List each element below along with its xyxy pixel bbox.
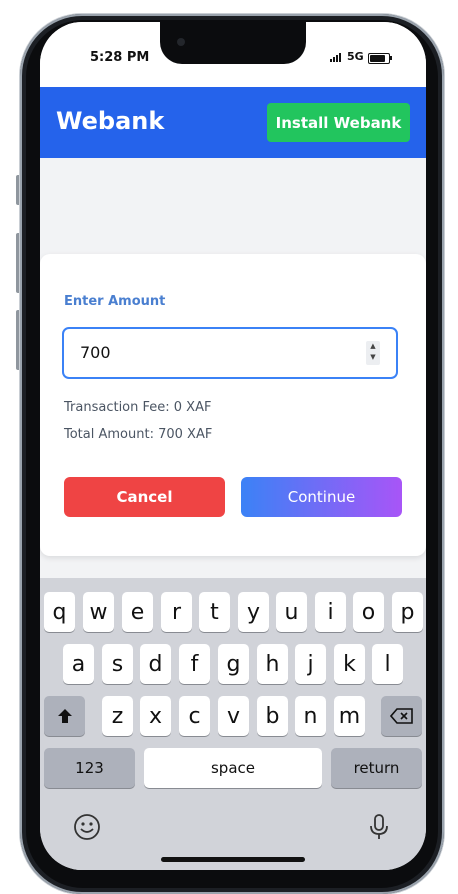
amount-input[interactable]: 700 ▲ ▼ [62, 327, 398, 379]
status-time: 5:28 PM [90, 50, 150, 65]
key-i[interactable]: i [315, 592, 346, 632]
key-z[interactable]: z [102, 696, 133, 736]
key-v[interactable]: v [218, 696, 249, 736]
camera-icon [177, 38, 185, 46]
key-n[interactable]: n [295, 696, 326, 736]
network-label: 5G [347, 50, 364, 63]
continue-button[interactable]: Continue [241, 477, 402, 517]
key-k[interactable]: k [334, 644, 365, 684]
key-c[interactable]: c [179, 696, 210, 736]
key-l[interactable]: l [372, 644, 403, 684]
spinner-up-icon[interactable]: ▲ [366, 341, 380, 352]
key-q[interactable]: q [44, 592, 75, 632]
key-o[interactable]: o [353, 592, 384, 632]
cancel-button[interactable]: Cancel [64, 477, 225, 517]
transaction-fee: Transaction Fee: 0 XAF [64, 400, 212, 415]
home-indicator [161, 857, 305, 862]
install-button[interactable]: Install Webank [267, 103, 410, 142]
amount-card: Enter Amount 700 ▲ ▼ Transaction Fee: 0 … [40, 254, 426, 556]
key-x[interactable]: x [140, 696, 171, 736]
key-j[interactable]: j [295, 644, 326, 684]
number-spinner[interactable]: ▲ ▼ [366, 341, 380, 365]
key-p[interactable]: p [392, 592, 423, 632]
key-h[interactable]: h [257, 644, 288, 684]
key-a[interactable]: a [63, 644, 94, 684]
status-bar: 5:28 PM 5G [40, 22, 426, 87]
brand-title: Webank [56, 107, 165, 135]
notch [160, 22, 306, 64]
amount-label: Enter Amount [64, 294, 166, 309]
phone-screen: 5:28 PM 5G Webank Install Webank Enter A… [40, 22, 426, 870]
key-y[interactable]: y [238, 592, 269, 632]
emoji-icon[interactable] [73, 813, 101, 841]
key-m[interactable]: m [334, 696, 365, 736]
numbers-key[interactable]: 123 [44, 748, 135, 788]
backspace-icon [389, 708, 413, 724]
shift-key[interactable] [44, 696, 85, 736]
key-e[interactable]: e [122, 592, 153, 632]
battery-icon [368, 53, 392, 64]
key-s[interactable]: s [102, 644, 133, 684]
return-key[interactable]: return [331, 748, 422, 788]
key-f[interactable]: f [179, 644, 210, 684]
key-g[interactable]: g [218, 644, 249, 684]
app-header: Webank Install Webank [40, 87, 426, 158]
total-amount: Total Amount: 700 XAF [64, 427, 213, 442]
microphone-icon[interactable] [368, 813, 390, 841]
shift-icon [57, 709, 72, 723]
key-b[interactable]: b [257, 696, 288, 736]
key-t[interactable]: t [199, 592, 230, 632]
spinner-down-icon[interactable]: ▼ [366, 352, 380, 363]
amount-value: 700 [80, 343, 111, 362]
key-d[interactable]: d [140, 644, 171, 684]
signal-icon [330, 53, 341, 62]
key-w[interactable]: w [83, 592, 114, 632]
space-key[interactable]: space [144, 748, 322, 788]
delete-key[interactable] [381, 696, 422, 736]
key-r[interactable]: r [161, 592, 192, 632]
key-u[interactable]: u [276, 592, 307, 632]
keyboard: q w e r t y u i o p a s d f g h j k l z … [40, 578, 426, 870]
